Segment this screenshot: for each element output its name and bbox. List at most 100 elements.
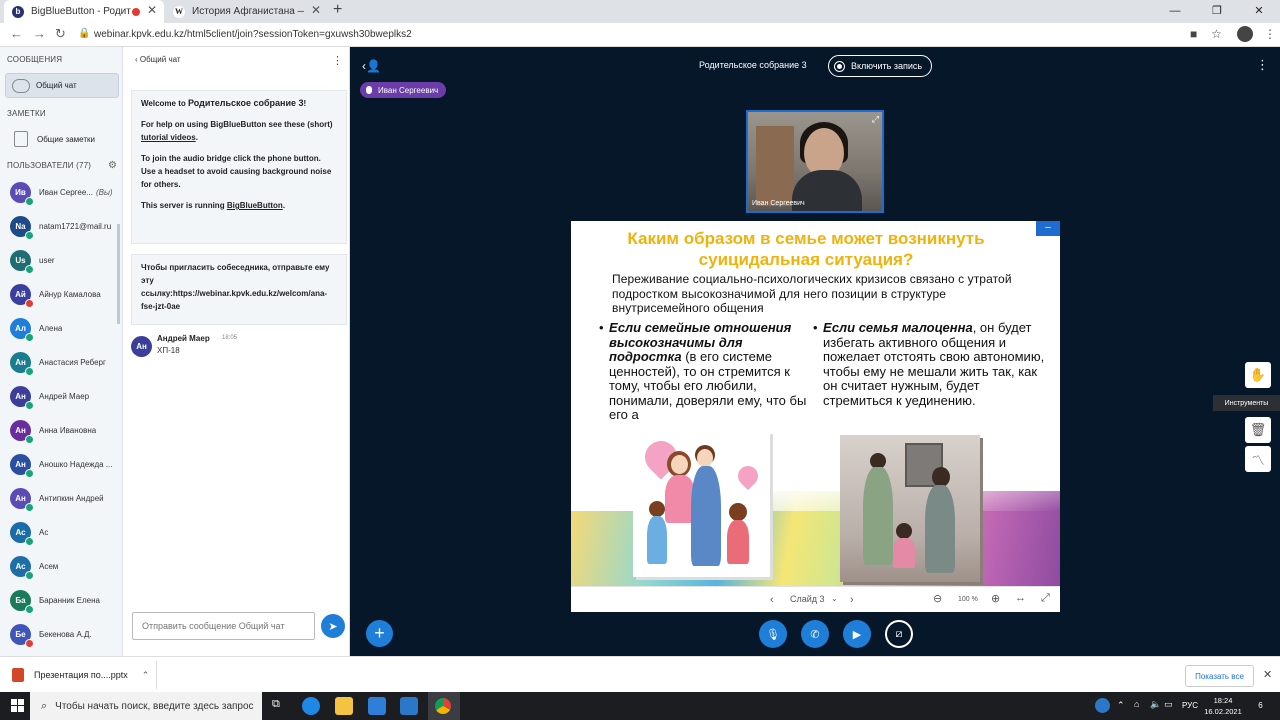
send-message-button[interactable]: ➤ (321, 614, 345, 638)
tutorial-videos-link[interactable]: tutorial videos (141, 133, 196, 142)
divider (156, 661, 157, 689)
camera-permission-icon[interactable]: ■ (1190, 27, 1197, 41)
chat-options-icon[interactable]: ⋮ (332, 54, 343, 67)
user-status-icon (25, 332, 34, 342)
fullscreen-icon[interactable]: ⤢ (872, 114, 879, 125)
clock-time: 18:24 (1213, 696, 1233, 705)
user-list-scrollbar[interactable] (117, 224, 120, 324)
edge-icon[interactable] (302, 697, 320, 715)
mute-microphone-button[interactable]: 🎙 (759, 620, 787, 648)
restore-icon[interactable]: ❐ (1196, 0, 1238, 23)
chat-back-link[interactable]: ‹ Общий чат (135, 55, 181, 64)
user-status-icon (25, 604, 34, 614)
battery-icon[interactable]: ▭ (1164, 699, 1173, 710)
fullscreen-presentation-icon[interactable]: ⤢ (1041, 592, 1050, 605)
slide-selector[interactable]: Слайд 3 (790, 594, 825, 604)
user-status-icon (25, 400, 34, 410)
user-status-icon (25, 264, 34, 274)
mail-icon[interactable] (400, 697, 418, 715)
browser-menu-icon[interactable]: ⋮ (1264, 27, 1276, 41)
bookmark-star-icon[interactable]: ☆ (1211, 27, 1222, 41)
new-tab-button[interactable]: + (333, 1, 342, 19)
actions-plus-button[interactable]: + (366, 620, 393, 647)
download-item[interactable]: Презентация по....pptx ⌃ (12, 665, 149, 685)
file-explorer-icon[interactable] (335, 697, 353, 715)
user-list-item[interactable]: Ас Ас (0, 515, 117, 549)
minimize-icon[interactable]: — (1154, 0, 1196, 23)
user-list-item[interactable]: Ан Антипкин Андрей (0, 481, 117, 515)
public-chat-item[interactable]: Общий чат (5, 73, 119, 98)
taskbar-search-box[interactable]: ⌕ Чтобы начать поиск, введите здесь запр… (30, 692, 262, 720)
heart-shape (733, 461, 763, 491)
avatar: Ас (10, 555, 34, 580)
search-placeholder: Чтобы начать поиск, введите здесь запрос (55, 700, 254, 712)
next-slide-icon[interactable]: › (850, 594, 854, 606)
notifications-count[interactable]: 6 (1253, 698, 1268, 713)
show-all-downloads-button[interactable]: Показать все (1185, 665, 1254, 687)
options-menu-icon[interactable]: ⋮ (1256, 57, 1269, 73)
user-list-item[interactable]: Ба Баранник Елена (0, 583, 117, 617)
chevron-down-icon[interactable]: ⌄ (831, 594, 838, 603)
user-name: Анна Ивановна (39, 425, 97, 435)
forward-icon[interactable]: → (33, 26, 46, 41)
leave-audio-button[interactable]: ✆ (801, 620, 829, 648)
tray-chevron-up-icon[interactable]: ⌃ (1117, 700, 1125, 711)
tab-title: История Афганистана — Викип (192, 6, 304, 17)
back-icon[interactable]: ← (10, 26, 23, 41)
close-tab-icon[interactable]: ✕ (311, 3, 321, 17)
help-text-end: . (195, 133, 198, 142)
task-view-icon[interactable]: ⧉ (272, 698, 290, 716)
user-list-item[interactable]: Ал Алена (0, 311, 117, 345)
reload-icon[interactable]: ↻ (55, 26, 66, 42)
address-bar: ← → ↻ 🔒 webinar.kpvk.edu.kz/html5client/… (0, 23, 1280, 47)
webcam-door (756, 126, 794, 206)
audio-instructions: To join the audio bridge click the phone… (141, 154, 332, 189)
bigbluebutton-link[interactable]: BigBlueButton (227, 201, 283, 210)
share-screen-button[interactable]: ⧄ (885, 620, 913, 648)
store-icon[interactable] (368, 697, 386, 715)
user-list-item[interactable]: Ан Андрей Маер (0, 379, 117, 413)
clear-annotations-button[interactable]: 🗑 (1245, 417, 1271, 443)
chevron-up-icon[interactable]: ⌃ (142, 670, 150, 681)
lock-icon[interactable]: 🔒 (78, 28, 90, 39)
user-list-item[interactable]: Бе Бекенова А.Д. (0, 617, 117, 651)
toggle-user-list-icon[interactable]: ‹👤 (362, 59, 381, 73)
share-webcam-button[interactable]: ▶ (843, 620, 871, 648)
speaker-icon[interactable]: 🔈 (1150, 699, 1161, 710)
zoom-in-icon[interactable]: ⊕ (991, 592, 1000, 605)
gear-icon[interactable]: ⚙ (108, 160, 117, 171)
multi-user-whiteboard-button[interactable]: 〽 (1245, 446, 1271, 472)
windows-start-icon[interactable] (11, 699, 25, 713)
close-downloads-icon[interactable]: ✕ (1263, 668, 1272, 681)
input-language[interactable]: РУС (1182, 701, 1198, 710)
microphone-icon (366, 86, 372, 94)
profile-avatar-icon[interactable] (1237, 26, 1253, 42)
network-icon[interactable]: ⌂ (1134, 699, 1139, 709)
tab-bigbluebutton[interactable]: b BigBlueButton - Родительс ✕ (4, 0, 164, 23)
user-name: Айнур Камалова (39, 289, 101, 299)
user-list-item[interactable]: Ан Анастасия Реберг (0, 345, 117, 379)
close-tab-icon[interactable]: ✕ (147, 3, 157, 17)
chat-message-input[interactable] (132, 612, 315, 640)
close-window-icon[interactable]: ✕ (1238, 0, 1280, 23)
user-list-item[interactable]: Ив Иван Сергее... (Вы) (0, 175, 117, 209)
fit-width-icon[interactable]: ↔ (1015, 592, 1026, 604)
whiteboard-hand-tool[interactable]: ✋ (1245, 362, 1271, 388)
tab-wikipedia[interactable]: W История Афганистана — Викип ✕ (165, 0, 328, 23)
user-list-item[interactable]: Ас Асем (0, 549, 117, 583)
help-icon[interactable] (1095, 698, 1110, 713)
user-list-item[interactable]: Na natam1721@mail.ru (0, 209, 117, 243)
user-list-item[interactable]: Ай Айнур Камалова (0, 277, 117, 311)
previous-slide-icon[interactable]: ‹ (770, 594, 774, 606)
taskbar-clock[interactable]: 18:24 16.02.2021 (1201, 695, 1245, 717)
user-list-item[interactable]: Us user (0, 243, 117, 277)
user-list-item[interactable]: Ан Аношко Надежда ... (0, 447, 117, 481)
url-field[interactable]: webinar.kpvk.edu.kz/html5client/join?ses… (94, 29, 412, 40)
shared-notes-item[interactable]: Общие заметки (5, 128, 119, 150)
webcam-video[interactable]: Иван Сергеевич ⤢ (746, 110, 884, 213)
talking-indicator[interactable]: Иван Сергеевич (360, 82, 447, 98)
zoom-out-icon[interactable]: ⊖ (933, 592, 942, 605)
users-panel: СООБЩЕНИЯ Общий чат ЗАМЕТКИ Общие заметк… (0, 47, 123, 656)
user-list-item[interactable]: Ан Анна Ивановна (0, 413, 117, 447)
start-recording-button[interactable]: Включить запись (828, 55, 932, 77)
